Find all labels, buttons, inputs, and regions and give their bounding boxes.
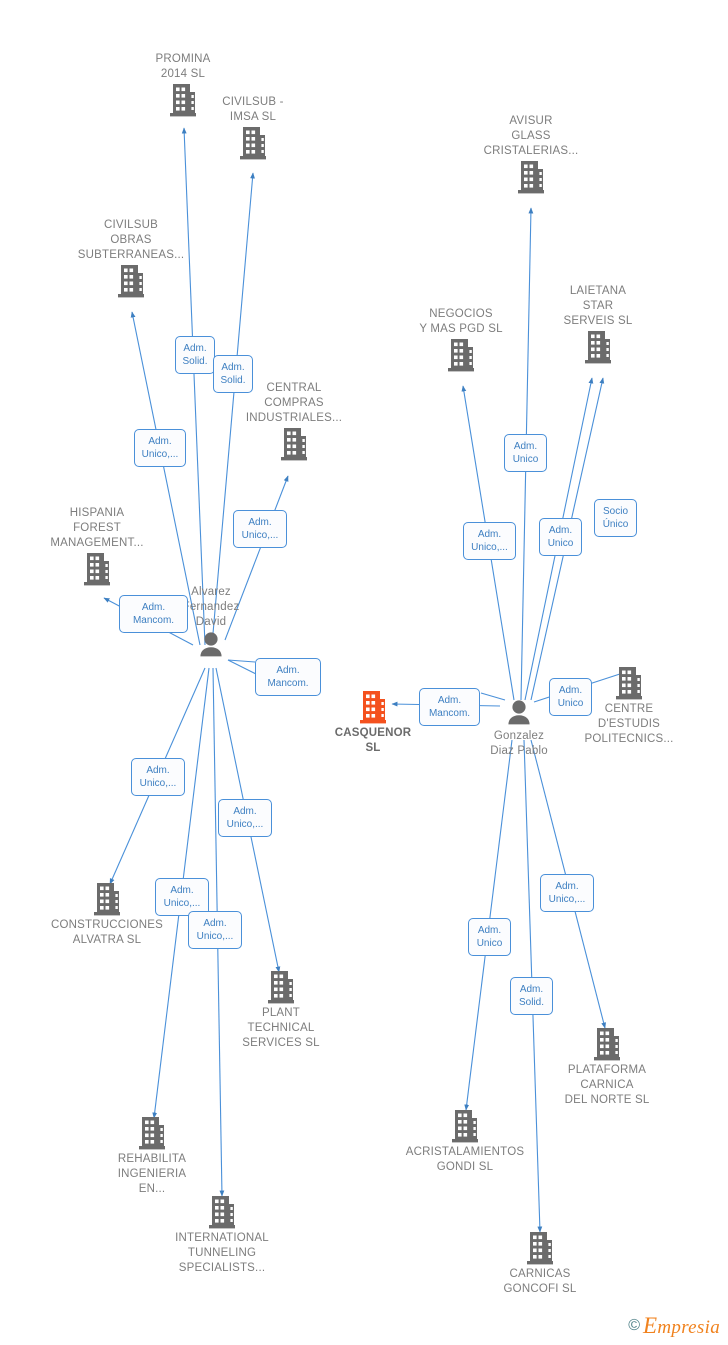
node-plataforma-carnica-label: PLATAFORMA CARNICA DEL NORTE SL (564, 1064, 650, 1106)
person-icon (198, 631, 224, 659)
edge-alvarez-promina (181, 127, 206, 646)
building-icon (266, 970, 296, 1004)
node-civilsub-imsa[interactable]: CIVILSUB - IMSA SL (173, 95, 333, 160)
building-icon (446, 338, 476, 372)
building-icon (592, 1027, 622, 1061)
node-carnicas-goncofi[interactable]: CARNICAS GONCOFI SL (460, 1231, 620, 1297)
empresia-watermark: © Empresia (628, 1313, 720, 1339)
edge-label-central-compras[interactable]: Adm. Unico,... (233, 510, 287, 548)
edge-label-casquenor-left[interactable]: Adm. Mancom. (255, 658, 321, 696)
brand-name: mpresia (657, 1317, 720, 1338)
relationship-diagram-canvas: PROMINA 2014 SL CIVILSUB - IMSA SL CIVIL… (0, 0, 728, 1345)
edge-label-acristalamientos[interactable]: Adm. Unico (468, 918, 511, 956)
person-icon (506, 699, 532, 727)
node-acristalamientos-gondi[interactable]: ACRISTALAMIENTOS GONDI SL (385, 1109, 545, 1175)
building-icon (207, 1195, 237, 1229)
node-international-tunneling[interactable]: INTERNATIONAL TUNNELING SPECIALISTS... (142, 1195, 302, 1276)
node-plant-technical-label: PLANT TECHNICAL SERVICES SL (242, 1007, 320, 1049)
building-icon (583, 330, 613, 364)
building-icon (279, 427, 309, 461)
node-central-compras[interactable]: CENTRAL COMPRAS INDUSTRIALES... (214, 381, 374, 461)
node-rehabilita[interactable]: REHABILITA INGENIERIA EN... (72, 1116, 232, 1197)
node-rehabilita-label: REHABILITA INGENIERIA EN... (117, 1153, 187, 1195)
building-icon (358, 690, 388, 724)
node-plataforma-carnica[interactable]: PLATAFORMA CARNICA DEL NORTE SL (527, 1027, 687, 1108)
edge-label-plant[interactable]: Adm. Unico,... (218, 799, 272, 837)
node-person-gonzalez-label: Gonzalez Diaz Pablo (490, 730, 548, 757)
edge-label-negocios[interactable]: Adm. Unico,... (463, 522, 516, 560)
node-negocios-pgd-label: NEGOCIOS Y MAS PGD SL (419, 308, 503, 335)
building-icon (238, 126, 268, 160)
node-laietana-star-label: LAIETANA STAR SERVEIS SL (563, 285, 633, 327)
node-construcciones-alvatra-label: CONSTRUCCIONES ALVATRA SL (50, 919, 164, 946)
building-icon (525, 1231, 555, 1265)
building-icon (450, 1109, 480, 1143)
node-international-tunneling-label: INTERNATIONAL TUNNELING SPECIALISTS... (175, 1232, 269, 1274)
edge-label-construcciones[interactable]: Adm. Unico,... (131, 758, 185, 796)
node-civilsub-obras-label: CIVILSUB OBRAS SUBTERRANEAS... (77, 219, 185, 261)
edge-label-laietana-socio[interactable]: Socio Único (594, 499, 637, 537)
node-negocios-pgd[interactable]: NEGOCIOS Y MAS PGD SL (381, 307, 541, 372)
node-person-alvarez-label: Alvarez Fernandez David (182, 586, 240, 628)
building-icon (614, 666, 644, 700)
edge-label-hispania[interactable]: Adm. Mancom. (119, 595, 188, 633)
edge-label-civilsub-imsa[interactable]: Adm. Solid. (213, 355, 253, 393)
building-icon (116, 264, 146, 298)
edge-label-promina[interactable]: Adm. Solid. (175, 336, 215, 374)
node-central-compras-label: CENTRAL COMPRAS INDUSTRIALES... (245, 382, 343, 424)
node-civilsub-imsa-label: CIVILSUB - IMSA SL (222, 96, 284, 123)
edge-label-avisur[interactable]: Adm. Unico (504, 434, 547, 472)
node-carnicas-goncofi-label: CARNICAS GONCOFI SL (503, 1268, 577, 1295)
node-acristalamientos-gondi-label: ACRISTALAMIENTOS GONDI SL (405, 1146, 525, 1173)
node-laietana-star[interactable]: LAIETANA STAR SERVEIS SL (518, 284, 678, 364)
node-hispania-forest[interactable]: HISPANIA FOREST MANAGEMENT... (17, 506, 177, 586)
node-hispania-forest-label: HISPANIA FOREST MANAGEMENT... (50, 507, 144, 549)
node-promina-label: PROMINA 2014 SL (155, 53, 211, 80)
building-icon (137, 1116, 167, 1150)
node-casquenor-focus-label: CASQUENOR SL (334, 727, 412, 754)
building-icon (92, 882, 122, 916)
edge-label-tunneling[interactable]: Adm. Unico,... (188, 911, 242, 949)
node-avisur-glass-label: AVISUR GLASS CRISTALERIAS... (483, 115, 579, 157)
brand-initial: E (643, 1313, 658, 1338)
brand-logo: Empresia (643, 1313, 720, 1339)
edge-label-centre[interactable]: Adm. Unico (549, 678, 592, 716)
copyright-icon: © (628, 1317, 641, 1334)
edge-label-carnicas[interactable]: Adm. Solid. (510, 977, 553, 1015)
node-plant-technical[interactable]: PLANT TECHNICAL SERVICES SL (201, 970, 361, 1051)
edge-label-laietana-adm[interactable]: Adm. Unico (539, 518, 582, 556)
edge-label-casquenor-right[interactable]: Adm. Mancom. (419, 688, 480, 726)
node-civilsub-obras[interactable]: CIVILSUB OBRAS SUBTERRANEAS... (51, 218, 211, 298)
node-avisur-glass[interactable]: AVISUR GLASS CRISTALERIAS... (451, 114, 611, 194)
edge-label-civilsub-obras[interactable]: Adm. Unico,... (134, 429, 186, 467)
building-icon (516, 160, 546, 194)
building-icon (82, 552, 112, 586)
edge-label-plataforma[interactable]: Adm. Unico,... (540, 874, 594, 912)
